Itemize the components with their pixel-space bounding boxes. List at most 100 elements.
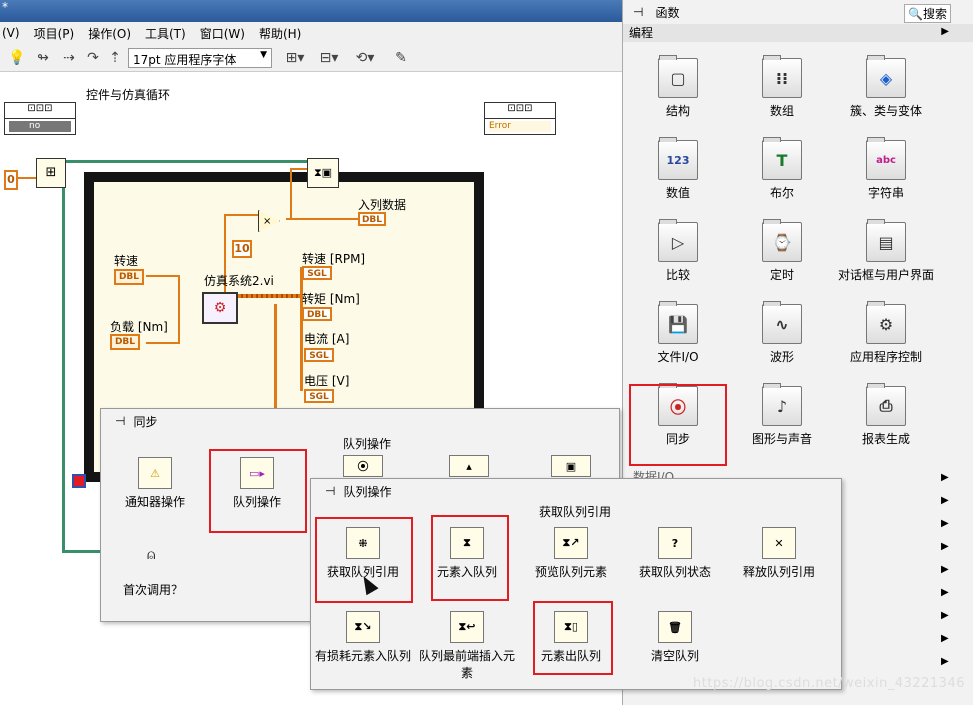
boolean-icon: T — [762, 137, 802, 180]
pin-icon[interactable]: ⊣ — [115, 414, 125, 428]
partial-icon-3: ▣ — [551, 455, 591, 477]
title-mark: * — [2, 0, 8, 14]
palette-app-control[interactable]: ⚙ 应用程序控制 — [831, 301, 941, 365]
reorder-icon[interactable]: ⟲▾ — [352, 49, 378, 67]
error-in-cluster[interactable]: ⊡⊡⊡ no — [4, 102, 76, 135]
step-into-icon[interactable]: ⇢ — [60, 49, 78, 67]
font-select[interactable]: 17pt 应用程序字体 ▼ — [128, 48, 272, 68]
speed-wire — [146, 275, 180, 277]
speed-rpm-indicator[interactable]: SGL — [302, 266, 332, 280]
palette-file-io[interactable]: 💾 文件I/O — [623, 301, 733, 365]
queue-header: ⊣ 队列操作 — [325, 484, 392, 499]
palette-timing[interactable]: ⌚ 定时 — [727, 219, 837, 283]
highlight-execution-icon[interactable]: 💡 — [8, 49, 26, 67]
palette-dialog-ui[interactable]: ▤ 对话框与用户界面 — [831, 219, 941, 283]
align-objects-icon[interactable]: ⊞▾ — [282, 49, 308, 67]
waveform-icon: ∿ — [762, 301, 802, 344]
palette-string[interactable]: abc 字符串 — [831, 137, 941, 201]
array-icon: ⁝⁝ — [762, 55, 802, 98]
first-call[interactable]: 首次调用？ — [123, 581, 183, 598]
release-queue[interactable]: ✕ 释放队列引用 — [731, 527, 827, 580]
palette-boolean[interactable]: T 布尔 — [727, 137, 837, 201]
app-control-icon: ⚙ — [866, 301, 906, 344]
notifier-ops[interactable]: ⚠ 通知器操作 — [107, 457, 203, 510]
const-wire — [16, 177, 36, 179]
const-zero[interactable]: 0 — [4, 170, 18, 190]
printer-icon: ⎙ — [866, 383, 906, 426]
error-out-cluster[interactable]: ⊡⊡⊡ Error — [484, 102, 556, 135]
first-call-icon: ⍝ — [147, 547, 156, 563]
string-icon: abc — [866, 137, 906, 180]
step-out-icon[interactable]: ⇡ — [106, 49, 124, 67]
pin-icon[interactable]: ⊣ — [325, 484, 335, 498]
structures-icon: ▢ — [658, 55, 698, 98]
sim-system-subvi[interactable]: ⚙ — [202, 292, 238, 324]
torque-indicator[interactable]: DBL — [302, 307, 332, 321]
search-icon: 🔍 — [908, 7, 923, 21]
distribute-objects-icon[interactable]: ⊟▾ — [316, 49, 342, 67]
speed-rpm-label: 转速 [RPM] — [302, 252, 366, 266]
palette-numeric[interactable]: 123 数值 — [623, 137, 733, 201]
input-vert-wire — [178, 275, 180, 343]
graphics-sound-icon: ♪ — [762, 383, 802, 426]
voltage-indicator[interactable]: SGL — [304, 389, 334, 403]
preview-queue[interactable]: ⧗↗ 预览队列元素 — [523, 527, 619, 580]
enqueue-top-wire — [290, 168, 308, 170]
palette-report[interactable]: ⎙ 报表生成 — [831, 383, 941, 447]
speed-control-label: 转速 — [114, 254, 139, 268]
comparison-icon: ▷ — [658, 219, 698, 262]
lossy-enqueue[interactable]: ⧗↘ 有损耗元素入队列 — [315, 611, 411, 664]
menu-project[interactable]: 项目(P) — [34, 25, 75, 42]
enqueue-data-indicator[interactable]: DBL — [358, 212, 386, 226]
obtain-queue-node[interactable]: ⊞ — [36, 158, 66, 188]
status-icon: ? — [658, 527, 692, 559]
highlight-dequeue — [533, 601, 613, 675]
mult-in-wire — [224, 214, 258, 216]
palette-cluster[interactable]: ◈ 簇、类与变体 — [831, 55, 941, 119]
lossy-enqueue-icon: ⧗↘ — [346, 611, 380, 643]
menu-tools[interactable]: 工具(T) — [145, 25, 186, 42]
menu-window[interactable]: 窗口(W) — [200, 25, 245, 42]
queue-ref-wire-down — [62, 162, 65, 552]
torque-label: 转矩 [Nm] — [302, 292, 360, 306]
palette-structures[interactable]: ▢ 结构 — [623, 55, 733, 119]
pin-icon[interactable]: ⊣ — [633, 5, 643, 19]
menu-operate[interactable]: 操作(O) — [88, 25, 131, 42]
palette-title: 函数 — [655, 5, 680, 20]
stop-button-terminal[interactable] — [72, 474, 86, 488]
enqueue-node[interactable]: ⧗▣ — [307, 158, 339, 188]
palette-comparison[interactable]: ▷ 比较 — [623, 219, 733, 283]
expand-arrow-icon: ▶ — [941, 26, 949, 37]
partial-icon-1: ⦿ — [343, 455, 383, 477]
current-indicator[interactable]: SGL — [304, 348, 334, 362]
palette-waveform[interactable]: ∿ 波形 — [727, 301, 837, 365]
enqueue-vert-wire — [290, 168, 292, 220]
watermark: https://blog.csdn.net/weixin_43221346 — [692, 676, 965, 691]
step-over-icon[interactable]: ↷ — [84, 49, 102, 67]
enqueue-data-wire — [286, 218, 358, 220]
retain-wire-values-icon[interactable]: ↬ — [34, 49, 52, 67]
palette-header: ⊣ 函数 🔍搜索 — [623, 0, 973, 24]
cleanup-diagram-icon[interactable]: ✎ — [388, 49, 414, 67]
floppy-icon: 💾 — [658, 301, 698, 344]
queue-status[interactable]: ? 获取队列状态 — [627, 527, 723, 580]
const-ten[interactable]: 10 — [232, 240, 252, 258]
menu-view[interactable]: (V) — [2, 26, 20, 40]
palette-array[interactable]: ⁝⁝ 数组 — [727, 55, 837, 119]
load-wire — [146, 342, 180, 344]
flush-queue[interactable]: 🗑 清空队列 — [627, 611, 723, 664]
palette-graphics-sound[interactable]: ♪ 图形与声音 — [727, 383, 837, 447]
enqueue-front[interactable]: ⧗↩ 队列最前端插入元素 — [419, 611, 515, 681]
category-programming[interactable]: 编程 ▶ — [623, 24, 973, 42]
sync-group-label: 队列操作 — [343, 437, 392, 451]
search-button[interactable]: 🔍搜索 — [904, 4, 951, 23]
load-control[interactable]: DBL — [110, 334, 140, 350]
queue-ref-wire — [64, 160, 308, 163]
queue-subpalette[interactable]: ⊣ 队列操作 获取队列引用 ⁜ 获取队列引用 ⧗ 元素入队列 ⧗↗ 预览队列元素 ? 获取… — [310, 478, 842, 690]
partial-icon-2: ▴ — [449, 455, 489, 477]
watch-icon: ⌚ — [762, 219, 802, 262]
notifier-icon: ⚠ — [138, 457, 172, 489]
menu-help[interactable]: 帮助(H) — [259, 25, 301, 42]
release-icon: ✕ — [762, 527, 796, 559]
speed-control[interactable]: DBL — [114, 269, 144, 285]
